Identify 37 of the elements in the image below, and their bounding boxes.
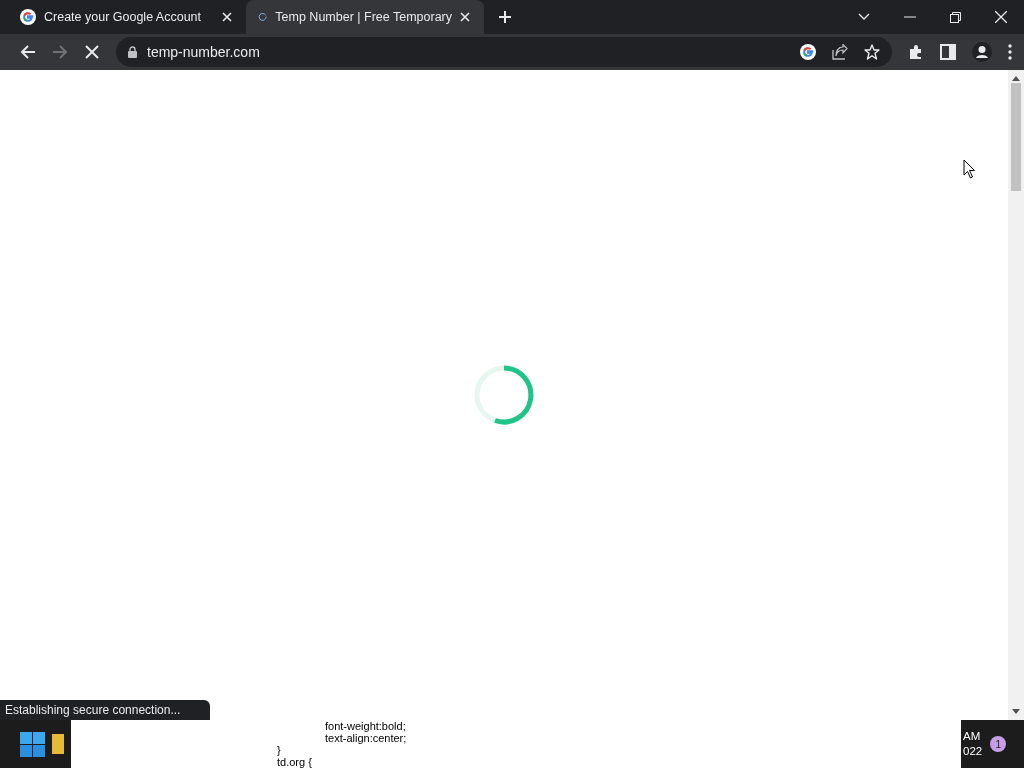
profile-icon[interactable] (972, 42, 992, 62)
down-arrow-icon[interactable] (1012, 709, 1020, 714)
new-tab-icon[interactable] (498, 10, 512, 24)
code-line: } (277, 744, 282, 756)
tab-title: Create your Google Account (44, 10, 203, 24)
notification-badge[interactable]: 1 (990, 736, 1007, 752)
code-line: font-weight:bold; (324, 720, 407, 732)
restore-icon[interactable] (950, 11, 961, 23)
clock-text: 022 (963, 744, 983, 759)
close-icon[interactable] (222, 12, 232, 22)
clock-text: AM (963, 729, 982, 744)
chevron-icon[interactable] (858, 13, 870, 21)
menu-icon[interactable] (1008, 44, 1012, 60)
google-icon (800, 44, 816, 60)
share-icon[interactable] (832, 44, 848, 60)
close-icon[interactable] (995, 11, 1007, 23)
up-arrow-icon[interactable] (1012, 76, 1020, 81)
browser-tab[interactable]: Temp Number | Free Temporary (246, 0, 484, 34)
side-panel-icon[interactable] (940, 44, 956, 60)
lock-icon (128, 46, 137, 58)
address-bar[interactable]: temp-number.com (116, 37, 892, 67)
back-icon[interactable] (20, 44, 36, 60)
code-line: text-align:center; (324, 732, 408, 744)
star-icon[interactable] (864, 44, 880, 60)
status-bubble: Establishing secure connection... (0, 700, 211, 720)
scrollbar[interactable] (1008, 70, 1024, 720)
puzzle-icon[interactable] (908, 44, 924, 60)
close-icon[interactable] (460, 12, 470, 22)
cursor-icon (963, 159, 976, 179)
tab-title: Temp Number | Free Temporary (275, 10, 452, 24)
stop-icon[interactable] (85, 45, 99, 59)
browser-tab[interactable]: Create your Google Account (8, 0, 246, 34)
url-text: temp-number.com (147, 44, 261, 60)
scrollbar-thumb[interactable] (1011, 83, 1021, 191)
forward-icon[interactable] (52, 44, 68, 60)
code-line: td.org { (277, 756, 313, 768)
start-icon[interactable] (20, 731, 45, 757)
